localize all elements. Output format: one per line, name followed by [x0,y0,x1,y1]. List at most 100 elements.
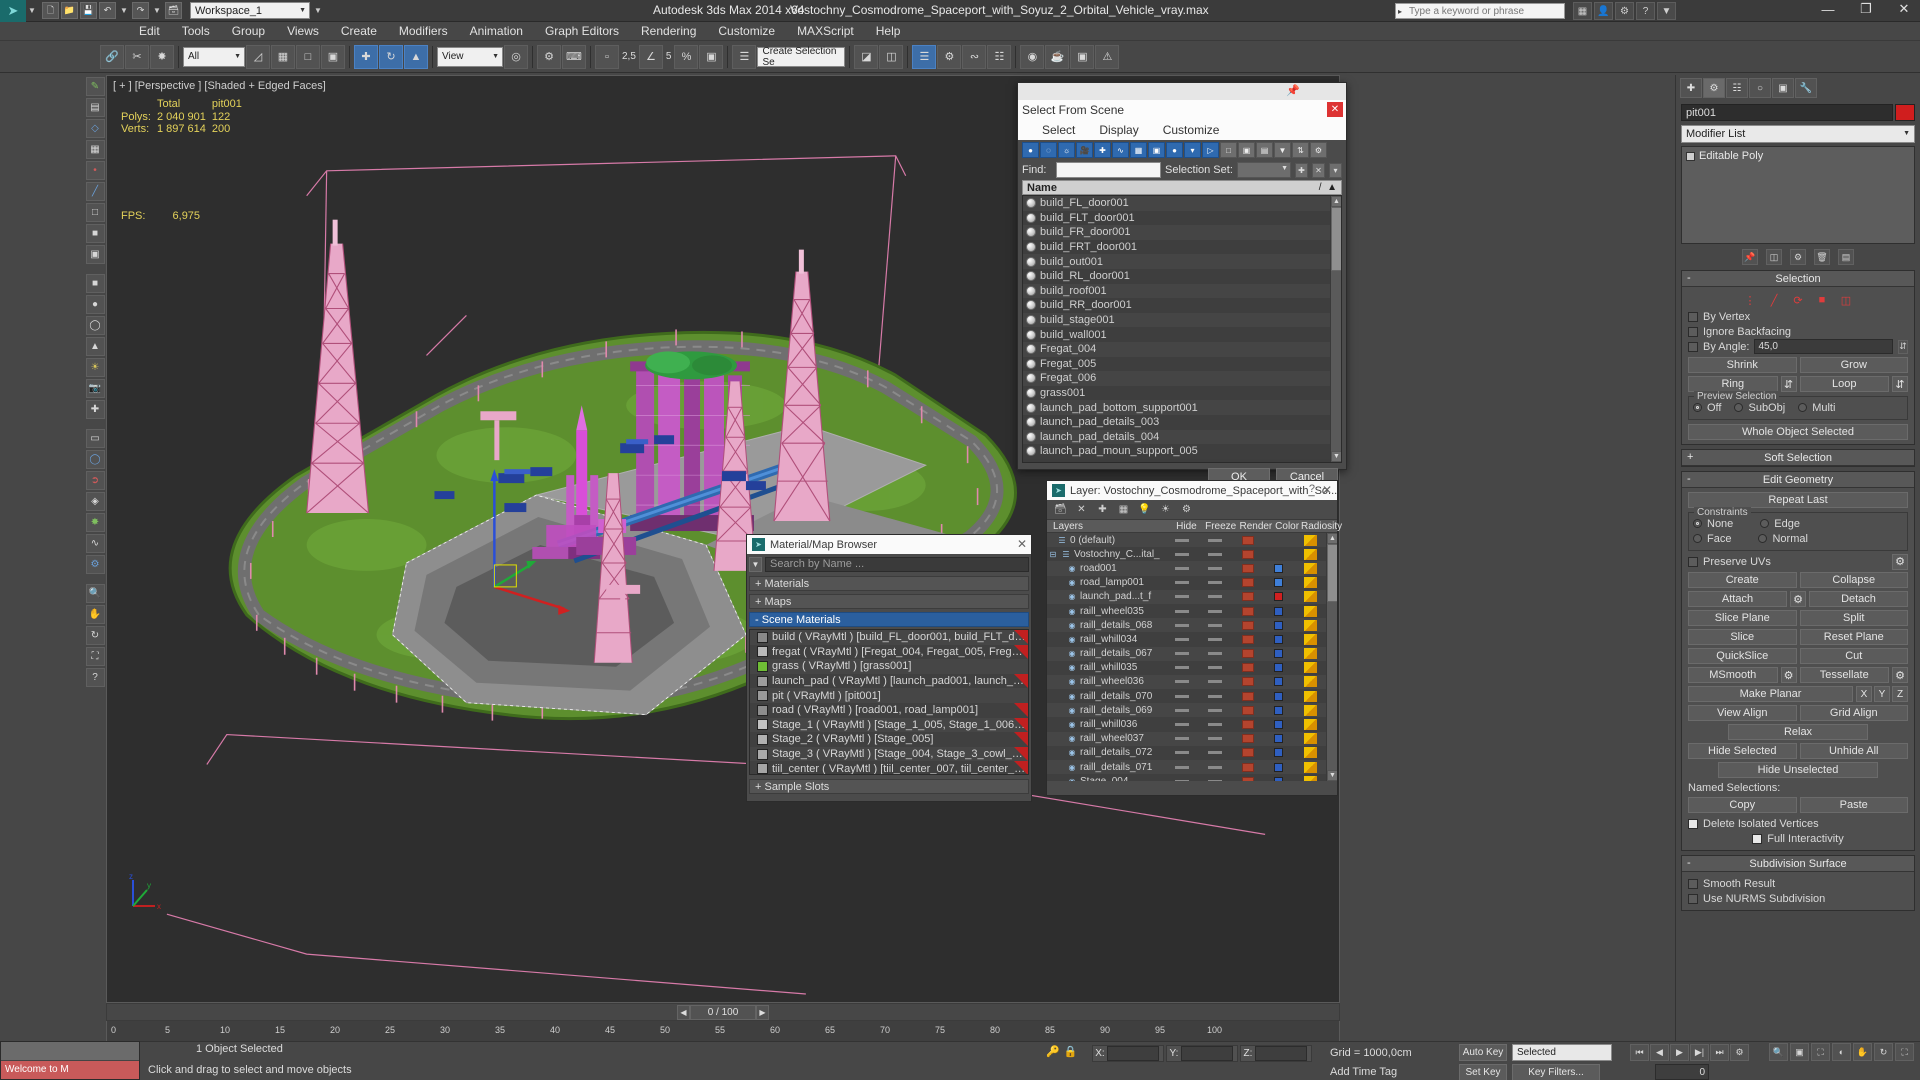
material-row[interactable]: tiil_center ( VRayMtl ) [tiil_center_007… [750,761,1028,774]
window-crossing-icon[interactable]: ▣ [321,44,345,69]
stack-toggle-icon[interactable] [1686,151,1695,161]
display-children-icon[interactable]: ▾ [1184,142,1201,158]
msmooth-settings-icon[interactable]: ⚙ [1780,667,1797,683]
freeze-toggle[interactable] [1207,708,1222,712]
menu-item-rendering[interactable]: Rendering [630,22,707,41]
maximize-viewport-toggle-icon[interactable]: ⛶ [1895,1043,1914,1061]
material-row[interactable]: Stage_2 ( VRayMtl ) [Stage_005] [750,732,1028,747]
maximize-viewport-icon[interactable]: ⛶ [85,647,105,666]
rollout-edit-geometry-header[interactable]: - Edit Geometry [1682,472,1914,488]
help-icon[interactable]: ? [1636,2,1655,20]
freeze-toggle[interactable] [1207,751,1222,755]
menu-item-views[interactable]: Views [276,22,330,41]
graphite-modeling-tools-icon[interactable]: ⚙ [937,44,962,69]
radiosity-toggle[interactable] [1303,577,1317,589]
selection-filter-combo[interactable]: All ▼ [183,46,245,67]
render-toggle[interactable] [1241,649,1254,659]
listener-output-row[interactable] [1,1042,139,1061]
layer-row[interactable]: ◉ raill_wheel037 [1047,731,1337,746]
ring-button[interactable]: Ring [1688,376,1778,392]
layer-color-swatch[interactable] [1273,592,1283,602]
grid-align-button[interactable]: Grid Align [1799,705,1908,721]
set-key-button[interactable]: Set Key [1459,1064,1507,1080]
camera-icon[interactable]: 📷 [85,379,105,398]
layer-color-swatch[interactable] [1273,776,1283,781]
layer-row[interactable]: ◉ raill_wheel036 [1047,674,1337,690]
attach-button[interactable]: Attach [1688,591,1787,607]
menu-item-display[interactable]: Display [1087,123,1150,137]
hide-toggle[interactable] [1174,637,1189,641]
material-row[interactable]: pit ( VRayMtl ) [pit001] [750,688,1028,703]
radiosity-toggle[interactable] [1303,775,1317,781]
list-item[interactable]: build_RR_door001 [1023,298,1341,313]
y-coordinate-field[interactable]: Y: [1166,1045,1238,1062]
radiosity-toggle[interactable] [1303,619,1317,631]
menu-item-customize[interactable]: Customize [707,22,786,41]
radiosity-toggle[interactable] [1303,719,1317,731]
auto-key-button[interactable]: Auto Key [1459,1044,1507,1061]
collapse-all-icon[interactable]: ▣ [1238,142,1255,158]
rollout-soft-selection-header[interactable]: + Soft Selection [1682,450,1914,466]
layer-color-swatch[interactable] [1273,762,1283,772]
select-objects-icon[interactable]: ▦ [1116,502,1131,517]
layer-color-swatch[interactable] [1273,620,1283,630]
border-icon[interactable]: □ [85,203,105,222]
rectangular-select-region-icon[interactable]: □ [296,44,320,69]
quickslice-button[interactable]: QuickSlice [1688,648,1797,664]
freeze-toggle[interactable] [1207,595,1222,599]
layer-row[interactable]: ⊟☰Vostochny_C...ital_✓ [1047,547,1337,562]
selection-set-combo[interactable]: ▼ [1236,162,1291,178]
redo-icon[interactable]: ↷ [132,2,149,19]
list-item[interactable]: launch_pad_details_004 [1023,429,1341,445]
maximize-button[interactable]: ❐ [1854,1,1878,17]
rollout-subdivision-header[interactable]: - Subdivision Surface [1682,856,1914,872]
hide-layer-icon[interactable]: ☀ [1158,502,1173,517]
pan-icon[interactable]: ✋ [85,605,105,624]
render-toggle[interactable] [1241,634,1254,644]
filter-geometry-icon[interactable]: ● [1022,142,1039,158]
layer-color-swatch[interactable] [1273,705,1283,715]
unhide-all-button[interactable]: Unhide All [1799,743,1908,759]
zoom-icon[interactable]: 🔍 [85,584,105,603]
material-map-browser[interactable]: ➤ Material/Map Browser ✕ ▼ Search by Nam… [746,534,1032,802]
y-value[interactable] [1181,1046,1233,1061]
expand-all-icon[interactable]: □ [1220,142,1237,158]
menu-item-select[interactable]: Select [1030,123,1087,137]
keyboard-shortcut-override-icon[interactable]: ⌨ [562,44,586,69]
radiosity-toggle[interactable] [1303,690,1317,702]
x-coordinate-field[interactable]: X: [1092,1045,1164,1062]
filter-cameras-icon[interactable]: 🎥 [1076,142,1093,158]
hide-toggle[interactable] [1174,723,1189,727]
preview-multi-radio[interactable] [1798,403,1808,412]
delete-isolated-row[interactable]: Delete Isolated Vertices [1688,816,1908,831]
relax-button[interactable]: Relax [1728,724,1868,740]
layer-row[interactable]: ◉ raill_whill034 [1047,632,1337,647]
radiosity-toggle[interactable] [1303,605,1317,617]
layer-color-swatch[interactable] [1273,748,1283,758]
list-item[interactable]: build_stage001 [1023,312,1341,328]
z-value[interactable] [1255,1046,1307,1061]
layer-color-swatch[interactable] [1273,578,1283,588]
polygon-icon[interactable]: ■ [85,224,105,243]
select-subtree-icon[interactable]: ▤ [1256,142,1273,158]
group-sample-slots[interactable]: + Sample Slots [749,779,1029,794]
radiosity-toggle[interactable] [1303,676,1317,688]
menu-item-tools[interactable]: Tools [171,22,221,41]
list-vertical-scrollbar[interactable]: ▲ ▼ [1330,196,1341,462]
material-editor-icon[interactable]: ◉ [1020,44,1045,69]
radiosity-toggle[interactable] [1303,633,1317,645]
next-frame-button[interactable]: ▶ [756,1004,769,1020]
curve-editor-icon[interactable]: ∾ [962,44,987,69]
modify-selection-icon[interactable]: ◇ [85,119,105,138]
named-selection-sets-combo[interactable]: Create Selection Se [757,46,846,68]
reset-plane-button[interactable]: Reset Plane [1799,629,1908,645]
render-toggle[interactable] [1241,549,1254,559]
create-button[interactable]: Create [1688,572,1797,588]
layer-color-swatch[interactable] [1273,649,1283,659]
use-nurms-row[interactable]: Use NURMS Subdivision [1688,891,1908,906]
select-and-rotate-icon[interactable]: ↻ [379,44,403,69]
mirror-icon[interactable]: ◪ [854,44,879,69]
close-icon[interactable]: ✕ [1017,537,1027,551]
freeze-toggle[interactable] [1207,609,1222,613]
hide-toggle[interactable] [1174,652,1189,656]
